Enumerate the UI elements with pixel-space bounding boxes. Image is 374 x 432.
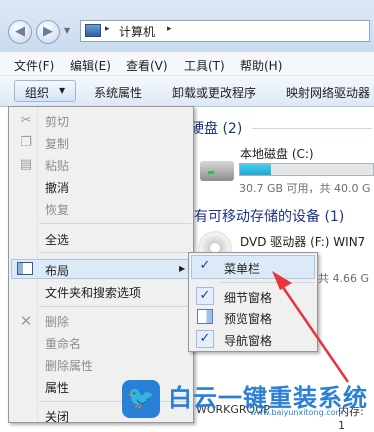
watermark-url: www.baiyunxitong.com (250, 408, 344, 417)
bird-logo-icon: 🐦 (122, 380, 160, 418)
annotation-arrow-icon (272, 271, 350, 383)
watermark: 🐦 白云一键重装系统 www.baiyunxitong.com (120, 378, 374, 423)
